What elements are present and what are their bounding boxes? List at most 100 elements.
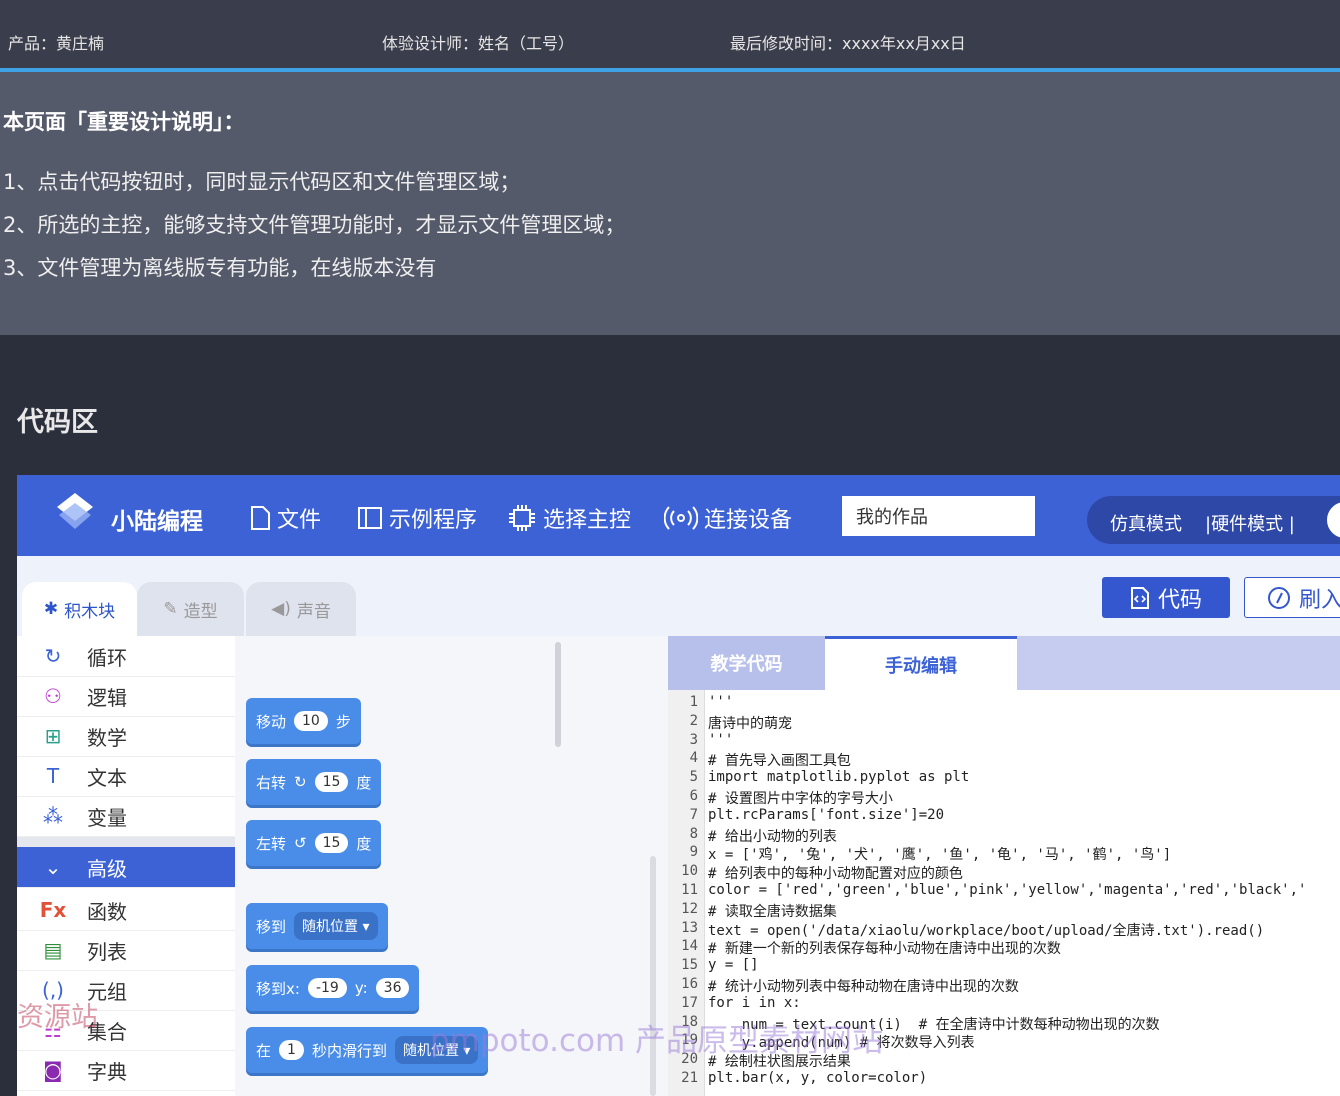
- code-line: text = open('/data/xiaolu/workplace/boot…: [708, 922, 1265, 939]
- category-list-item[interactable]: ▤ 列表: [17, 930, 235, 971]
- line-number: 4: [689, 750, 698, 767]
- code-line: # 新建一个新的列表保存每种小动物在唐诗中出现的次数: [708, 941, 1061, 958]
- mode-switch[interactable]: 仿真模式 |硬件模式 |: [1087, 496, 1340, 544]
- line-number: 7: [689, 806, 698, 823]
- product-label: 产品：黄庄楠: [8, 34, 105, 53]
- modified-label: 最后修改时间：xxxx年xx月xx日: [730, 34, 966, 53]
- block-number-input[interactable]: 15: [314, 772, 349, 792]
- block-turn-right[interactable]: 右转 ↻ 15 度: [246, 759, 382, 805]
- block-number-input[interactable]: 36: [375, 978, 410, 998]
- code-line: # 给列表中的每种小动物配置对应的颜色: [708, 866, 963, 883]
- line-number: 9: [689, 844, 698, 861]
- chip-icon: [509, 505, 535, 531]
- block-move-steps[interactable]: 移动 10 步: [246, 698, 361, 744]
- nav-file[interactable]: 文件: [249, 502, 321, 534]
- nav-examples[interactable]: 示例程序: [357, 502, 477, 534]
- my-works-input[interactable]: [842, 496, 1035, 536]
- notes-heading: 本页面「重要设计说明」：: [3, 110, 245, 134]
- category-label: 数学: [87, 725, 127, 750]
- tab-sound-label: 声音: [296, 601, 331, 622]
- code-line: for i in x:: [708, 994, 801, 1011]
- line-number: 15: [681, 957, 698, 974]
- code-file-icon: [1130, 586, 1149, 609]
- code-line: ''': [708, 694, 734, 710]
- nav-connect-device[interactable]: 连接设备: [664, 502, 792, 534]
- tab-costume[interactable]: ✎ 造型: [137, 582, 244, 636]
- signal-icon: [664, 506, 698, 530]
- sim-mode-label[interactable]: 仿真模式: [1110, 510, 1182, 536]
- block-text: 步: [335, 712, 351, 731]
- nav-examples-label: 示例程序: [389, 508, 478, 533]
- tab-blocks[interactable]: ✱ 积木块: [22, 582, 137, 636]
- list-icon: ▤: [43, 938, 63, 962]
- line-number: 10: [681, 863, 698, 880]
- block-number-input[interactable]: 1: [279, 1040, 304, 1060]
- loop-icon: ↻: [44, 644, 62, 668]
- code-line: y = []: [708, 957, 759, 974]
- category-variable[interactable]: ⁂ 变量: [17, 796, 235, 837]
- block-dropdown[interactable]: 随机位置 ▾: [294, 912, 378, 940]
- code-line: # 首先导入画图工具包: [708, 753, 851, 770]
- designer-label: 体验设计师：姓名（工号）: [382, 34, 575, 53]
- block-number-input[interactable]: 15: [314, 833, 349, 853]
- file-icon: [251, 506, 270, 530]
- category-divider: [17, 837, 235, 847]
- category-label: 列表: [87, 939, 127, 964]
- palette-scrollbar[interactable]: [555, 642, 561, 747]
- nav-select-controller[interactable]: 选择主控: [507, 502, 631, 534]
- block-text: 度: [356, 773, 372, 792]
- line-number: 1: [689, 694, 698, 710]
- tab-manual-edit[interactable]: 手动编辑: [825, 636, 1017, 690]
- palette-scrollbar-secondary[interactable]: [650, 856, 656, 1096]
- category-loop[interactable]: ↻ 循环: [17, 636, 235, 677]
- math-icon: ⊞: [44, 724, 62, 748]
- code-line: plt.rcParams['font.size']=20: [708, 806, 945, 823]
- code-line: plt.bar(x, y, color=color): [708, 1070, 928, 1086]
- line-number: 6: [689, 788, 698, 804]
- code-line: 唐诗中的萌宠: [708, 715, 792, 732]
- category-label: 逻辑: [87, 685, 127, 710]
- category-logic[interactable]: ⚇ 逻辑: [17, 676, 235, 717]
- line-number: 14: [681, 938, 698, 955]
- line-number: 2: [689, 712, 698, 729]
- code-line: color = ['red','green','blue','pink','ye…: [708, 882, 1307, 898]
- flash-button-label: 刷入: [1299, 587, 1340, 613]
- code-line: ''': [708, 731, 734, 748]
- block-text: 度: [356, 834, 372, 853]
- block-number-input[interactable]: -19: [307, 978, 347, 998]
- examples-icon: [358, 507, 382, 529]
- line-number: 3: [689, 731, 698, 748]
- flash-button[interactable]: 刷入: [1244, 577, 1340, 618]
- category-function[interactable]: Fx 函数: [17, 890, 235, 931]
- nav-connect-device-label: 连接设备: [704, 508, 793, 533]
- line-number: 16: [681, 976, 698, 992]
- tab-teaching-code[interactable]: 教学代码: [668, 636, 825, 690]
- block-text: 在: [256, 1041, 272, 1060]
- category-label: 循环: [87, 645, 127, 670]
- block-goto-xy[interactable]: 移到x: -19 y: 36: [246, 965, 420, 1011]
- code-button[interactable]: 代码: [1102, 577, 1230, 618]
- tab-sound[interactable]: ◀) 声音: [246, 582, 356, 636]
- category-advanced[interactable]: ⌄ 高级: [17, 847, 235, 888]
- category-text[interactable]: T 文本: [17, 756, 235, 797]
- line-number: 17: [681, 994, 698, 1011]
- block-text: 左转: [256, 834, 287, 853]
- logic-icon: ⚇: [44, 684, 62, 708]
- tab-costume-label: 造型: [183, 601, 218, 622]
- line-number: 5: [689, 769, 698, 786]
- doc-header: 产品：黄庄楠 体验设计师：姓名（工号） 最后修改时间：xxxx年xx月xx日: [0, 0, 1340, 68]
- block-goto-random[interactable]: 移到 随机位置 ▾: [246, 903, 388, 949]
- category-label: 文本: [87, 765, 127, 790]
- block-number-input[interactable]: 10: [294, 711, 328, 731]
- hw-mode-label[interactable]: |硬件模式 |: [1205, 510, 1295, 536]
- category-dict[interactable]: ◙ 字典: [17, 1050, 235, 1091]
- category-math[interactable]: ⊞ 数学: [17, 716, 235, 757]
- block-turn-left[interactable]: 左转 ↺ 15 度: [246, 820, 382, 866]
- nav-select-controller-label: 选择主控: [543, 508, 632, 533]
- block-text: 移动: [256, 712, 287, 731]
- code-button-label: 代码: [1157, 587, 1202, 613]
- app-window: 小陆编程 文件 示例程序 选择主控 连接设备 仿真模式 |硬件模式 | ✱ 积木…: [17, 475, 1340, 1096]
- note-item: 3、文件管理为离线版专有功能，在线版本没有: [3, 256, 437, 280]
- code-line: # 给出小动物的列表: [708, 828, 837, 845]
- puzzle-icon: ✱: [43, 599, 59, 619]
